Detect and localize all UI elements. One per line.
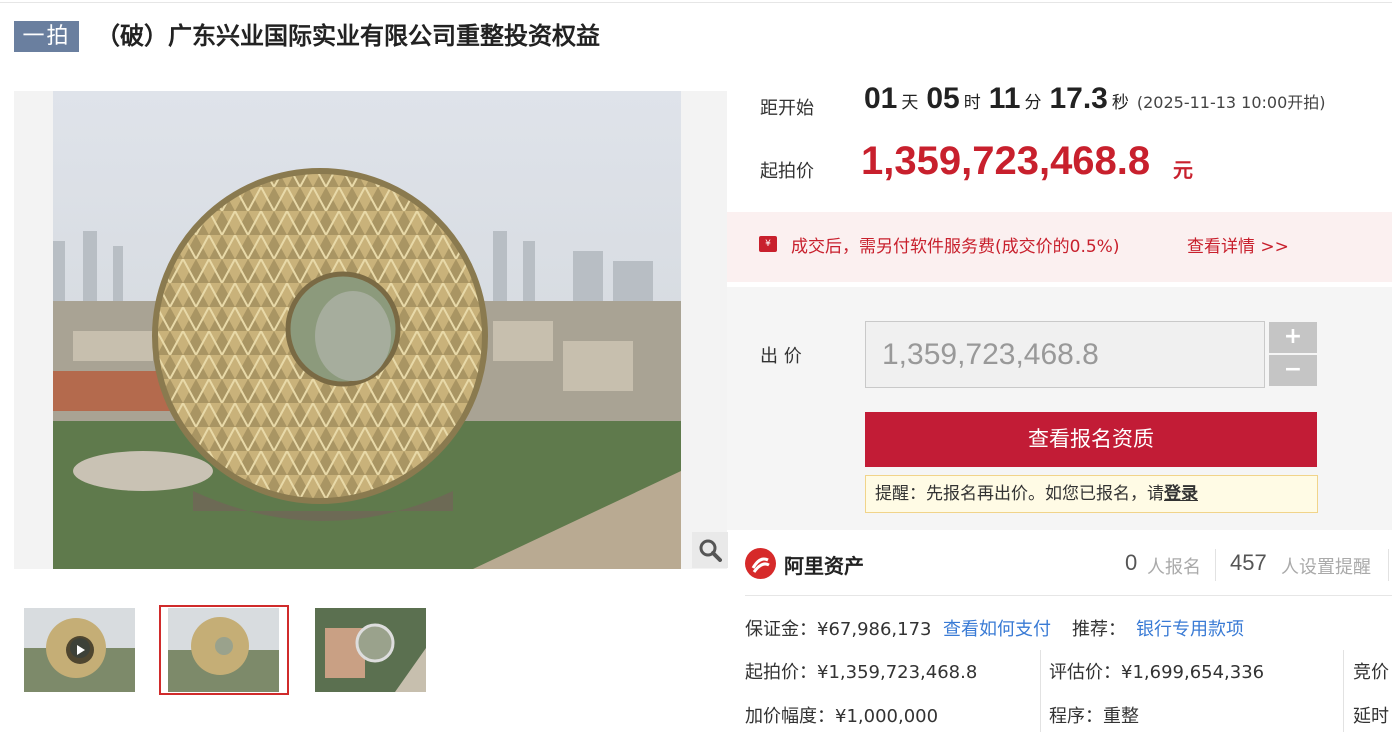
start-price-value: 1,359,723,468.8 (861, 139, 1151, 183)
countdown-minutes: 11 (988, 82, 1021, 115)
view-registration-button[interactable]: 查看报名资质 (865, 412, 1317, 467)
appraisal-label: 评估价： (1049, 662, 1121, 683)
detail-start-price-label: 起拍价： (745, 662, 817, 683)
magnifier-icon (699, 539, 722, 562)
login-reminder: 提醒：先报名再出价。如您已报名，请登录 (865, 475, 1318, 513)
detail-column-divider-2 (1343, 650, 1344, 732)
start-time-note: (2025-11-13 10:00开拍) (1136, 93, 1326, 112)
thumbnail-photo-2[interactable] (315, 608, 426, 692)
countdown-timer: 01 天 05 时 11 分 17.3 秒 (2025-11-13 10:00开拍) (864, 82, 1326, 116)
play-icon (66, 636, 94, 664)
ali-assets-logo-icon (745, 548, 776, 579)
info-divider (745, 595, 1392, 596)
deposit-row: 保证金：¥67,986,173 (745, 615, 932, 641)
appraisal-row: 评估价：¥1,699,654,336 (1049, 658, 1264, 684)
delay-label: 延时 (1353, 706, 1389, 727)
page-title: （破）广东兴业国际实业有限公司重整投资权益 (96, 22, 600, 50)
start-price-label: 起拍价 (760, 161, 814, 182)
hours-unit: 时 (963, 93, 981, 113)
bid-increase-button[interactable]: + (1269, 322, 1317, 353)
increment-row: 加价幅度：¥1,000,000 (745, 702, 938, 728)
login-link[interactable]: 登录 (1164, 484, 1198, 504)
procedure-row: 程序：重整 (1049, 702, 1139, 728)
registered-label: 人报名 (1147, 557, 1201, 578)
recommend-label: 推荐： (1072, 619, 1126, 640)
fee-notice-text: 成交后，需另付软件服务费(成交价的0.5%) (791, 237, 1120, 257)
reminder-label: 人设置提醒 (1281, 557, 1371, 578)
how-to-pay-link[interactable]: 查看如何支付 (943, 615, 1051, 641)
seconds-unit: 秒 (1111, 93, 1129, 113)
countdown-label: 距开始 (760, 98, 814, 119)
deposit-value: ¥67,986,173 (817, 619, 932, 640)
countdown-seconds: 17.3 (1049, 82, 1108, 115)
main-image-viewer[interactable] (14, 91, 727, 569)
bid-decrease-button[interactable]: − (1269, 355, 1317, 386)
registered-count: 0 (1125, 550, 1138, 575)
increment-value: ¥1,000,000 (835, 706, 939, 727)
minutes-unit: 分 (1024, 93, 1042, 113)
bid-label: 出 价 (760, 346, 802, 367)
fee-details-link[interactable]: 查看详情 >> (1187, 232, 1289, 257)
procedure-value: 重整 (1103, 706, 1139, 727)
countdown-hours: 05 (926, 82, 960, 115)
start-price-row: 起拍价：¥1,359,723,468.8 (745, 658, 977, 684)
zoom-button[interactable] (692, 532, 728, 568)
deposit-label: 保证金： (745, 619, 817, 640)
increment-label: 加价幅度： (745, 706, 835, 727)
thumbnail-video[interactable] (24, 608, 135, 692)
main-photo (53, 91, 681, 569)
thumbnail-photo-1[interactable] (168, 608, 279, 692)
reminder-text: 提醒：先报名再出价。如您已报名，请 (875, 484, 1164, 504)
competition-label: 竞价 (1353, 662, 1389, 683)
auction-round-badge: 一拍 (14, 21, 79, 52)
detail-start-price-value: ¥1,359,723,468.8 (817, 662, 978, 683)
platform-name: 阿里资产 (784, 554, 864, 578)
reminder-count: 457 (1230, 550, 1267, 575)
countdown-days: 01 (864, 82, 898, 115)
days-unit: 天 (901, 93, 919, 113)
fee-badge-icon: ¥ (759, 236, 777, 252)
stat-divider (1215, 549, 1216, 581)
start-price-unit: 元 (1173, 158, 1193, 182)
bank-funds-link[interactable]: 银行专用款项 (1136, 615, 1244, 641)
procedure-label: 程序： (1049, 706, 1103, 727)
bid-amount-input[interactable]: 1,359,723,468.8 (865, 321, 1265, 388)
stat-divider-right (1388, 549, 1389, 581)
detail-column-divider (1040, 650, 1041, 732)
appraisal-value: ¥1,699,654,336 (1121, 662, 1265, 683)
top-divider (0, 2, 1392, 3)
